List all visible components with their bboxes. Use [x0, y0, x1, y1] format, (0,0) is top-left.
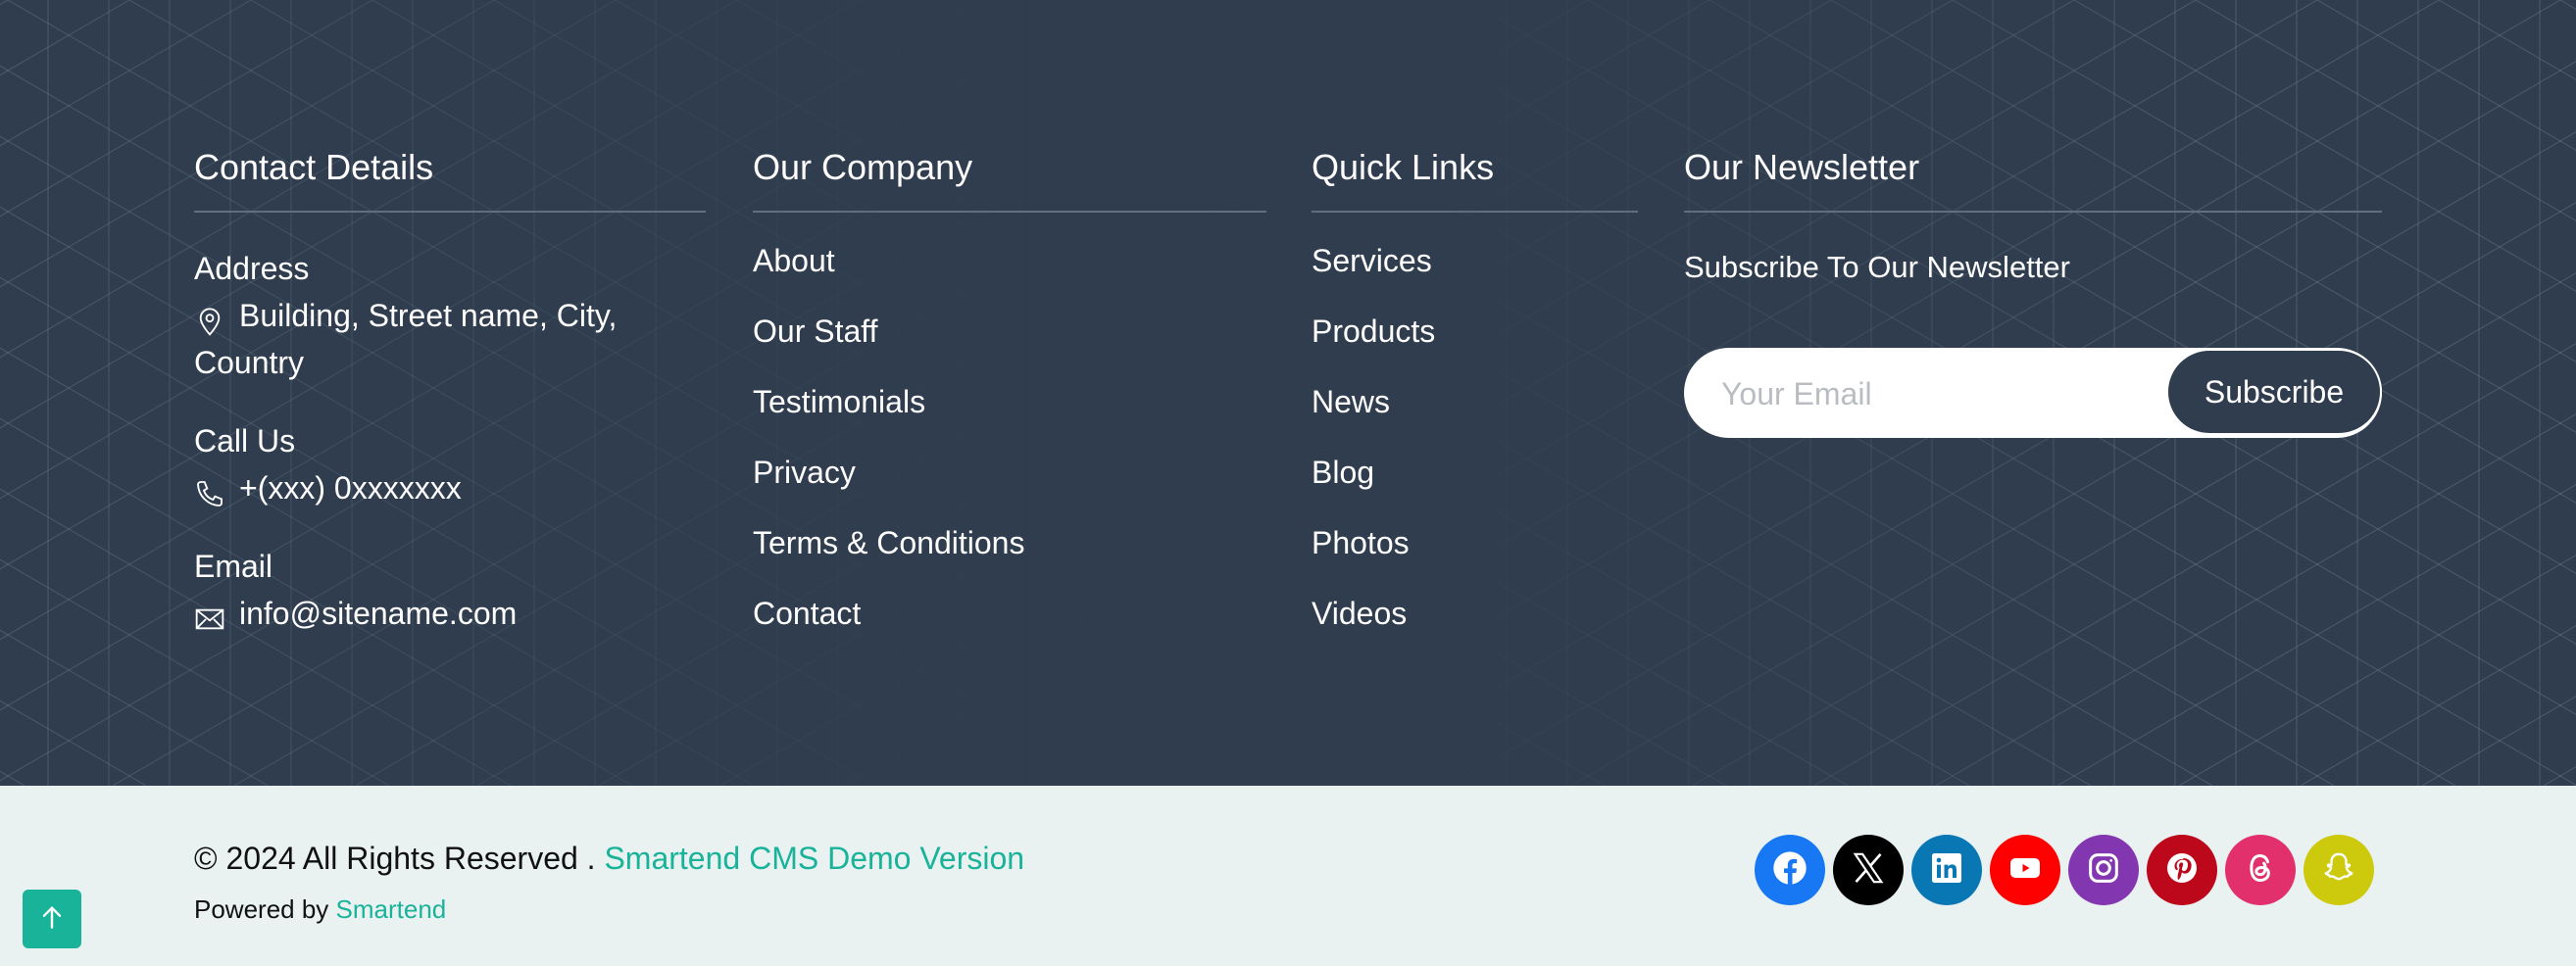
social-facebook[interactable] — [1755, 835, 1825, 905]
phone-label: Call Us — [194, 423, 296, 459]
phone-icon — [194, 475, 225, 507]
divider — [194, 211, 706, 213]
link-news[interactable]: News — [1312, 384, 1390, 420]
social-youtube[interactable] — [1990, 835, 2060, 905]
facebook-icon — [1770, 848, 1809, 893]
email-label: Email — [194, 549, 273, 584]
footer-main: Contact Details Address Building, Street… — [0, 0, 2576, 786]
social-pinterest[interactable] — [2147, 835, 2217, 905]
back-to-top-button[interactable] — [23, 890, 81, 948]
envelope-icon — [194, 601, 225, 632]
pinterest-icon — [2162, 848, 2202, 893]
subscribe-button[interactable]: Subscribe — [2166, 349, 2382, 435]
link-testimonials[interactable]: Testimonials — [753, 384, 925, 420]
map-pin-icon — [194, 303, 225, 336]
phone-value: +(xxx) 0xxxxxxx — [194, 464, 462, 511]
link-products[interactable]: Products — [1312, 314, 1435, 350]
footer-bottom-bar: © 2024 All Rights Reserved . Smartend CM… — [0, 786, 2576, 966]
divider — [753, 211, 1266, 213]
copyright-text: © 2024 All Rights Reserved . Smartend CM… — [194, 841, 1025, 876]
powered-by-link[interactable]: Smartend — [336, 894, 447, 924]
x-icon — [1849, 848, 1888, 893]
threads-icon — [2241, 848, 2280, 893]
link-our-staff[interactable]: Our Staff — [753, 314, 877, 350]
quick-links-title: Quick Links — [1312, 147, 1495, 187]
social-links — [1755, 835, 2374, 905]
link-blog[interactable]: Blog — [1312, 455, 1374, 491]
arrow-up-icon — [36, 901, 68, 938]
link-services[interactable]: Services — [1312, 243, 1432, 279]
social-instagram[interactable] — [2068, 835, 2139, 905]
newsletter-subtitle: Subscribe To Our Newsletter — [1684, 250, 2070, 284]
our-company-title: Our Company — [753, 147, 973, 187]
linkedin-icon — [1927, 848, 1966, 893]
copyright-link[interactable]: Smartend CMS Demo Version — [604, 841, 1024, 876]
link-privacy[interactable]: Privacy — [753, 455, 856, 491]
divider — [1312, 211, 1638, 213]
link-contact[interactable]: Contact — [753, 596, 861, 632]
divider — [1684, 211, 2382, 213]
social-threads[interactable] — [2225, 835, 2296, 905]
youtube-icon — [2006, 848, 2045, 893]
snapchat-icon — [2319, 848, 2358, 893]
email-value[interactable]: info@sitename.com — [194, 590, 517, 637]
link-photos[interactable]: Photos — [1312, 525, 1410, 561]
social-x[interactable] — [1833, 835, 1904, 905]
social-snapchat[interactable] — [2304, 835, 2374, 905]
newsletter-form: Subscribe — [1684, 348, 2382, 440]
contact-details-title: Contact Details — [194, 147, 434, 187]
newsletter-title: Our Newsletter — [1684, 147, 1920, 187]
instagram-icon — [2084, 848, 2123, 893]
link-about[interactable]: About — [753, 243, 835, 279]
social-linkedin[interactable] — [1911, 835, 1982, 905]
address-label: Address — [194, 251, 310, 286]
powered-by-text: Powered by Smartend — [194, 894, 447, 924]
address-value: Building, Street name, City, Country — [194, 298, 618, 380]
link-terms-conditions[interactable]: Terms & Conditions — [753, 525, 1024, 561]
newsletter-email-input[interactable] — [1719, 348, 2155, 440]
link-videos[interactable]: Videos — [1312, 596, 1407, 632]
